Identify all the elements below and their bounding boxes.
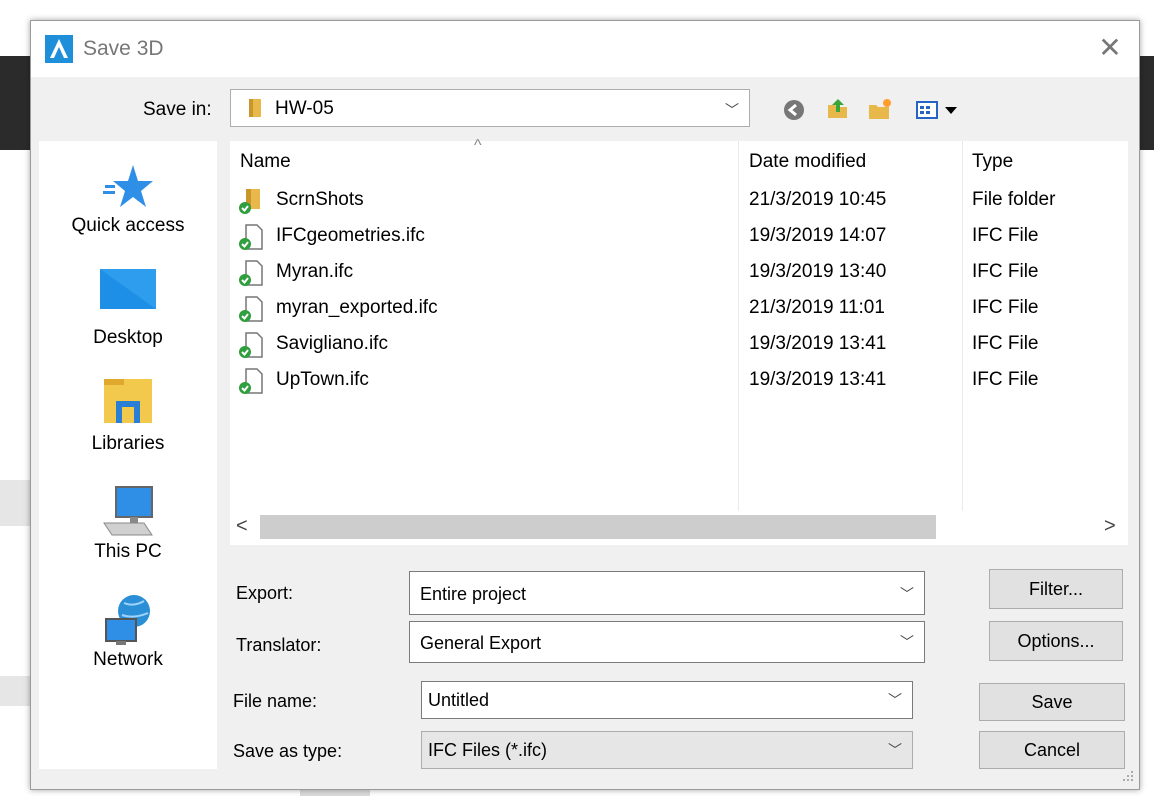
file-name: myran_exported.ifc: [276, 297, 438, 318]
file-name-input[interactable]: Untitled ﹀: [421, 681, 913, 719]
translator-dropdown[interactable]: General Export ﹀: [409, 621, 925, 663]
save-in-dropdown[interactable]: HW-05 ﹀: [230, 89, 750, 127]
save-in-value: HW-05: [275, 98, 334, 119]
column-header-type[interactable]: Type: [972, 151, 1013, 173]
table-row[interactable]: UpTown.ifc 19/3/2019 13:41 IFC File: [230, 363, 1128, 399]
save-dialog: Save 3D ✕ Save in: HW-05 ﹀ Quick access …: [30, 20, 1140, 790]
export-value: Entire project: [420, 584, 527, 604]
ifc-file-icon: [239, 332, 263, 358]
scroll-right-icon[interactable]: >: [1104, 515, 1116, 538]
file-name: ScrnShots: [276, 189, 364, 210]
background-panel: [0, 480, 30, 526]
file-type: IFC File: [972, 225, 1039, 246]
chevron-down-icon: ﹀: [888, 692, 902, 708]
file-name-label: File name:: [233, 691, 318, 711]
ifc-file-icon: [239, 260, 263, 286]
background-panel: [0, 676, 30, 706]
place-label: Network: [93, 649, 163, 670]
star-icon: [103, 165, 153, 207]
column-header-date[interactable]: Date modified: [749, 151, 866, 173]
file-date: 21/3/2019 11:01: [749, 297, 885, 318]
place-label: Desktop: [93, 327, 163, 348]
file-type: IFC File: [972, 261, 1039, 282]
place-quick-access[interactable]: Quick access: [39, 161, 217, 261]
chevron-down-icon: ﹀: [725, 102, 739, 118]
scrollbar-thumb[interactable]: [260, 515, 936, 539]
app-icon: [45, 35, 73, 63]
dialog-title: Save 3D: [83, 37, 164, 60]
place-label: Libraries: [91, 433, 165, 454]
translator-label: Translator:: [236, 635, 322, 655]
sort-indicator: ^: [474, 137, 482, 154]
save-button[interactable]: Save: [979, 683, 1125, 721]
cancel-button[interactable]: Cancel: [979, 731, 1125, 769]
folder-icon: [249, 99, 261, 117]
file-type: IFC File: [972, 333, 1039, 354]
file-type: IFC File: [972, 369, 1039, 390]
up-folder-icon[interactable]: [825, 95, 851, 121]
network-icon: [105, 595, 150, 645]
export-label: Export:: [236, 583, 294, 603]
options-button[interactable]: Options...: [989, 621, 1123, 661]
chevron-down-icon: ﹀: [900, 586, 914, 602]
save-as-type-label: Save as type:: [233, 741, 343, 761]
place-desktop[interactable]: Desktop: [39, 267, 217, 367]
scroll-left-icon[interactable]: <: [236, 515, 248, 538]
file-type: IFC File: [972, 297, 1039, 318]
save-as-type-dropdown[interactable]: IFC Files (*.ifc) ﹀: [421, 731, 913, 769]
back-icon[interactable]: [781, 97, 807, 123]
save-in-label: Save in:: [143, 99, 212, 120]
place-this-pc[interactable]: This PC: [39, 483, 217, 583]
filter-button[interactable]: Filter...: [989, 569, 1123, 609]
places-bar: Quick access Desktop Libraries This PC N…: [39, 141, 217, 769]
ifc-file-icon: [239, 368, 263, 394]
column-header-name[interactable]: Name: [240, 151, 291, 173]
chevron-down-icon: ﹀: [900, 634, 914, 650]
file-name: IFCgeometries.ifc: [276, 225, 425, 246]
file-date: 19/3/2019 13:41: [749, 333, 887, 354]
table-row[interactable]: myran_exported.ifc 21/3/2019 11:01 IFC F…: [230, 291, 1128, 327]
table-row[interactable]: Savigliano.ifc 19/3/2019 13:41 IFC File: [230, 327, 1128, 363]
horizontal-scrollbar[interactable]: < >: [230, 511, 1128, 545]
export-dropdown[interactable]: Entire project ﹀: [409, 571, 925, 615]
file-date: 19/3/2019 13:40: [749, 261, 887, 282]
ifc-file-icon: [239, 224, 263, 250]
folder-icon: [239, 189, 260, 214]
file-name: Savigliano.ifc: [276, 333, 388, 354]
title-bar: Save 3D ✕: [31, 21, 1139, 77]
table-row[interactable]: ScrnShots 21/3/2019 10:45 File folder: [230, 183, 1128, 219]
chevron-down-icon: ﹀: [888, 742, 902, 758]
resize-grip-icon[interactable]: [1121, 769, 1135, 783]
place-label: This PC: [94, 541, 162, 562]
file-list: ^ Name Date modified Type ScrnShots 21/3…: [230, 137, 1128, 511]
place-label: Quick access: [71, 215, 185, 236]
desktop-icon: [100, 269, 156, 309]
background-toolbar-right: [1138, 56, 1154, 150]
ifc-file-icon: [239, 296, 263, 322]
file-date: 19/3/2019 13:41: [749, 369, 887, 390]
table-row[interactable]: Myran.ifc 19/3/2019 13:40 IFC File: [230, 255, 1128, 291]
place-network[interactable]: Network: [39, 593, 217, 693]
file-name: UpTown.ifc: [276, 369, 369, 390]
file-name: Myran.ifc: [276, 261, 354, 282]
place-libraries[interactable]: Libraries: [39, 375, 217, 475]
file-name-value: Untitled: [428, 690, 490, 710]
computer-icon: [103, 486, 153, 536]
new-folder-icon[interactable]: [867, 97, 893, 123]
file-type: File folder: [972, 189, 1056, 210]
libraries-icon: [104, 379, 152, 423]
save-as-type-value: IFC Files (*.ifc): [428, 740, 547, 760]
translator-value: General Export: [420, 633, 542, 653]
view-menu-icon[interactable]: [915, 97, 961, 123]
table-row[interactable]: IFCgeometries.ifc 19/3/2019 14:07 IFC Fi…: [230, 219, 1128, 255]
file-date: 21/3/2019 10:45: [749, 189, 887, 210]
file-date: 19/3/2019 14:07: [749, 225, 887, 246]
close-icon[interactable]: ✕: [1095, 33, 1125, 63]
